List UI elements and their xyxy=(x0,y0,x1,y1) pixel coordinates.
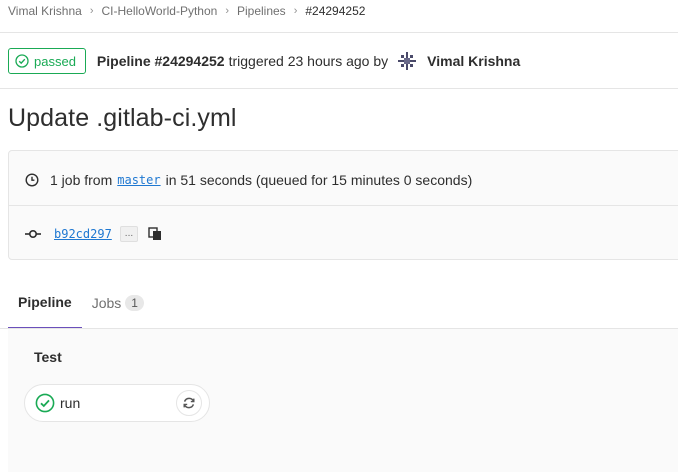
breadcrumb: Vimal Krishna › CI-HelloWorld-Python › P… xyxy=(8,2,365,20)
commit-icon xyxy=(25,229,41,239)
commit-row: b92cd297 ... xyxy=(25,224,163,244)
tab-pipeline-label: Pipeline xyxy=(18,294,72,310)
copy-icon[interactable] xyxy=(147,226,163,242)
job-item[interactable]: run xyxy=(24,384,210,422)
duration-text: in 51 seconds (queued for 15 minutes 0 s… xyxy=(165,172,473,188)
chevron-right-icon: › xyxy=(293,5,298,17)
avatar[interactable] xyxy=(396,50,418,72)
page-title: Update .gitlab-ci.yml xyxy=(8,104,237,132)
status-badge[interactable]: passed xyxy=(8,48,86,74)
stage-title: Test xyxy=(34,349,62,365)
info-divider xyxy=(9,205,678,206)
check-circle-icon xyxy=(35,393,55,413)
clock-icon xyxy=(25,173,39,187)
breadcrumb-user[interactable]: Vimal Krishna xyxy=(8,4,82,18)
pipeline-tabs: Pipeline Jobs 1 xyxy=(8,277,154,329)
retry-icon[interactable] xyxy=(176,390,202,416)
author-name[interactable]: Vimal Krishna xyxy=(427,53,520,69)
tab-pipeline[interactable]: Pipeline xyxy=(8,277,82,329)
chevron-right-icon: › xyxy=(89,5,94,17)
status-label: passed xyxy=(34,53,76,69)
tab-jobs-label: Jobs xyxy=(91,295,122,311)
pipeline-info: 1 job from master in 51 seconds (queued … xyxy=(8,150,678,260)
job-name: run xyxy=(60,395,81,411)
pipeline-id: Pipeline #24294252 xyxy=(96,53,225,69)
expand-commit-message-button[interactable]: ... xyxy=(119,226,139,242)
jobs-count-badge: 1 xyxy=(125,295,144,311)
chevron-right-icon: › xyxy=(225,5,229,17)
breadcrumb-current[interactable]: #24294252 xyxy=(305,4,365,18)
commit-sha-link[interactable]: b92cd297 xyxy=(54,227,112,241)
triggered-text: triggered 23 hours ago by xyxy=(228,53,389,69)
jobs-summary: 1 job from master in 51 seconds (queued … xyxy=(25,170,472,190)
pipeline-graph: Test run xyxy=(8,329,678,472)
tab-jobs[interactable]: Jobs 1 xyxy=(82,277,154,329)
pipeline-header: passed Pipeline #24294252 triggered 23 h… xyxy=(8,48,520,74)
check-circle-icon xyxy=(15,54,29,68)
title-divider xyxy=(0,88,678,89)
breadcrumb-pipelines[interactable]: Pipelines xyxy=(237,4,286,18)
branch-link[interactable]: master xyxy=(117,173,160,187)
breadcrumb-project[interactable]: CI-HelloWorld-Python xyxy=(101,4,217,18)
jobs-prefix: 1 job from xyxy=(50,172,113,188)
header-divider xyxy=(0,32,678,33)
